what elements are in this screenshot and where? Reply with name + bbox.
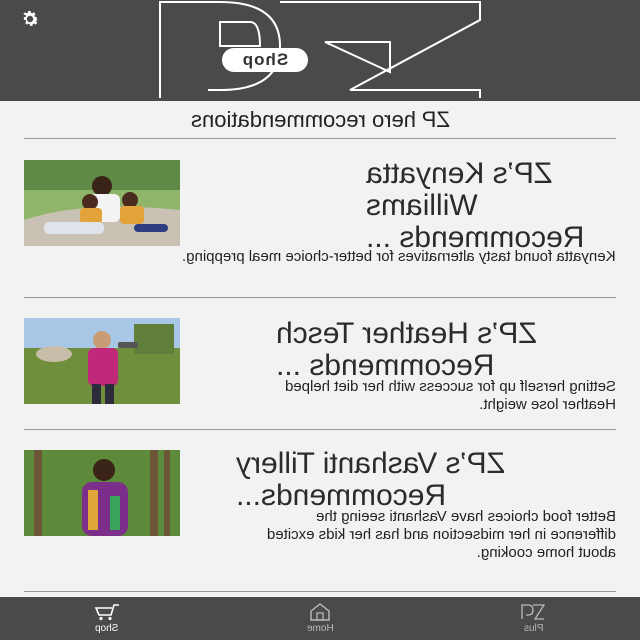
- section-title: ZP hero recommendations: [24, 101, 616, 139]
- hero-heading-vashanti[interactable]: ZP’s Vashanti Tillery Recommends...: [236, 447, 616, 512]
- hero-card-kenyatta[interactable]: ZP’s Kenyatta Williams Recommends ... Ke…: [24, 140, 616, 298]
- zp-plus-icon: [521, 604, 546, 620]
- nav-home[interactable]: Home: [213, 597, 426, 640]
- hero-photo-vashanti: [24, 450, 180, 536]
- home-icon: [310, 603, 330, 621]
- hero-heading-heather[interactable]: ZP’s Heather Tesch Recommends ...: [276, 317, 616, 382]
- cart-icon: [94, 604, 119, 621]
- section-title-text: ZP hero recommendations: [190, 106, 450, 132]
- hero-desc-kenyatta: Kenyatta found tasty alternatives for be…: [182, 248, 616, 265]
- hero-photo-kenyatta: [24, 160, 180, 246]
- nav-plus-label: Plus: [523, 623, 544, 634]
- nav-plus[interactable]: Plus: [427, 597, 640, 640]
- hero-card-vashanti[interactable]: ZP’s Vashanti Tillery Recommends... Bett…: [24, 430, 616, 592]
- zp-logo: [159, 1, 481, 98]
- nav-home-label: Home: [306, 623, 334, 634]
- hero-desc-vashanti: Better food choices have Vashanti seeing…: [266, 508, 616, 561]
- gear-icon[interactable]: [17, 6, 43, 32]
- nav-shop[interactable]: Shop: [0, 597, 213, 640]
- app-screen: Shop ZP hero recommendations ZP’s Kenyat…: [0, 0, 640, 640]
- nav-shop-label: Shop: [94, 623, 119, 634]
- hero-photo-heather: [24, 318, 180, 404]
- app-header: Shop: [0, 0, 640, 101]
- hero-desc-heather: Setting herself up for success with her …: [284, 378, 616, 413]
- logo-shop-label: Shop: [222, 48, 308, 72]
- hero-heading-kenyatta[interactable]: ZP’s Kenyatta Williams Recommends ...: [366, 157, 616, 254]
- hero-card-heather[interactable]: ZP’s Heather Tesch Recommends ... Settin…: [24, 298, 616, 430]
- bottom-nav: Shop Home Plus: [0, 597, 640, 640]
